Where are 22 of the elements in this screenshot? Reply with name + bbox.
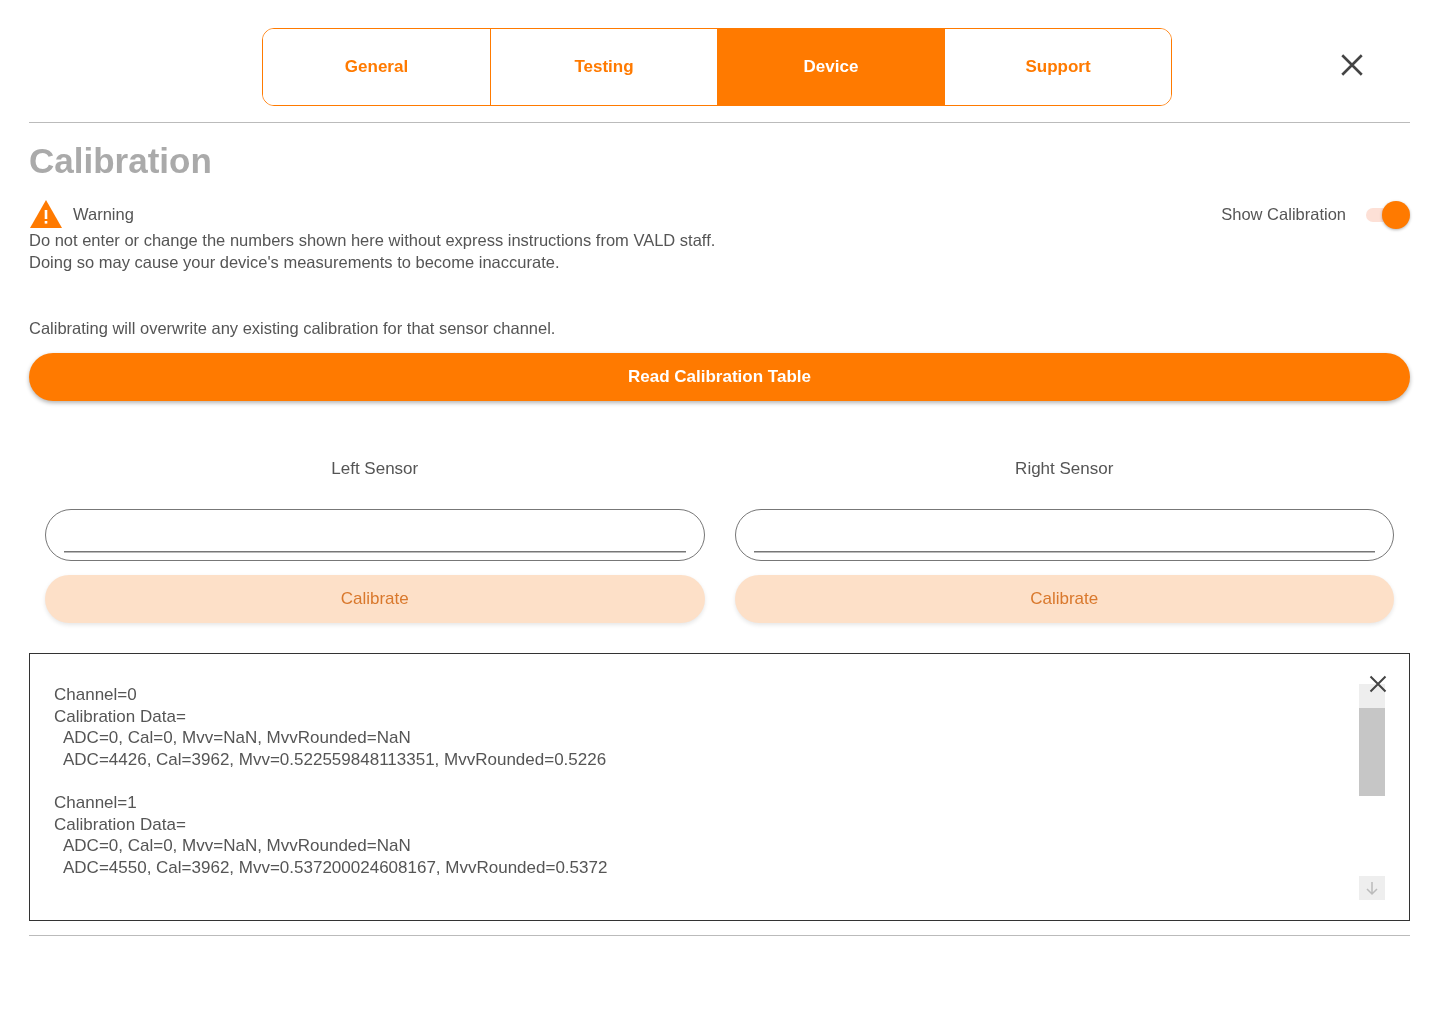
log-line: Calibration Data= (54, 705, 187, 727)
warning-text: Do not enter or change the numbers shown here without express instructions from VALD staff. (29, 230, 717, 251)
log-line: ADC=4426, Cal=3962, Mvv=0.522559848113351, MvvRounded=0.5226 (62, 748, 608, 770)
input-field[interactable] (45, 509, 705, 561)
sensor-label: Left Sensor (330, 459, 420, 479)
log-line: ADC=4550, Cal=3962, Mvv=0.537200024608167, MvvRounded=0.5372 (62, 856, 609, 878)
section-title: Calibration (29, 141, 213, 181)
log-line: Channel=1 (54, 792, 138, 814)
warning-icon (29, 199, 63, 229)
tab[interactable]: Device (717, 29, 944, 105)
note-text: Calibrating will overwrite any existing calibration for that sensor channel. (29, 318, 557, 339)
sensor-label: Right Sensor (1014, 459, 1115, 479)
log-line: ADC=0, Cal=0, Mvv=NaN, MvvRounded=NaN (62, 835, 412, 857)
warning-text: Doing so may cause your device's measurements to become inaccurate. (29, 252, 561, 273)
warning-label: Warning (73, 204, 134, 225)
log-line: ADC=0, Cal=0, Mvv=NaN, MvvRounded=NaN (62, 727, 412, 749)
input-field[interactable] (734, 509, 1394, 561)
log-line: Calibration Data= (54, 813, 187, 835)
toggle-label: Show Calibration (1221, 204, 1346, 225)
tab[interactable]: Support (944, 29, 1171, 105)
log-line: Channel=0 (54, 684, 138, 706)
read-calibration-button[interactable]: Read Calibration Table (29, 353, 1410, 401)
